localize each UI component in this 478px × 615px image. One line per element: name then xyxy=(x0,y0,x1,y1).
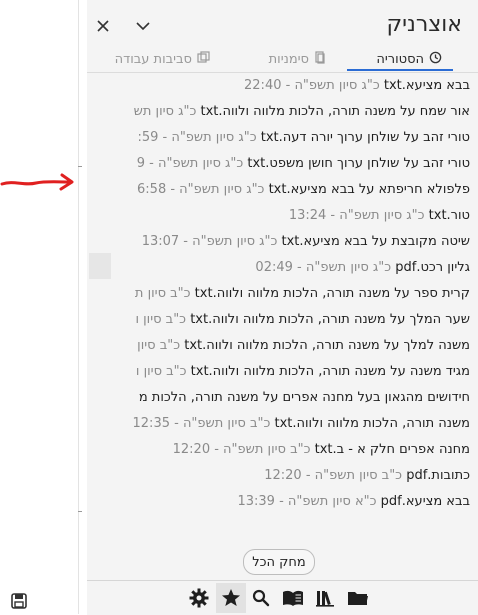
panel-header: אוצרניק xyxy=(87,8,478,44)
history-list: בבא מציעא.txt כ"ג סיון תשפ"ה - 22:40 אור… xyxy=(87,76,478,516)
search-icon[interactable] xyxy=(248,585,274,611)
history-item[interactable]: בבא מציעא.txt כ"ג סיון תשפ"ה - 22:40 xyxy=(100,78,470,100)
active-tab-indicator xyxy=(347,69,453,71)
tab-bar: הסטוריה סימניות סביבות עבודה xyxy=(87,42,478,73)
history-item[interactable]: משנה למלך על משנה תורה, הלכות מלווה ולוו… xyxy=(100,338,470,360)
bookmarks-icon xyxy=(314,50,326,68)
history-item[interactable]: בבא מציעא.pdf כ"א סיון תשפ"ה - 13:39 xyxy=(100,494,470,516)
clear-all-button[interactable]: מחק הכל xyxy=(243,549,315,575)
left-divider xyxy=(78,0,79,614)
divider-tick xyxy=(78,166,82,167)
history-item[interactable]: שיטה מקובצת על בבא מציעא.txt כ"ג סיון תש… xyxy=(100,234,470,256)
divider-tick xyxy=(78,511,82,512)
history-item[interactable]: משנה תורה, הלכות מלווה ולווה.txt כ"ב סיו… xyxy=(100,416,470,438)
tab-bookmarks-label: סימניות xyxy=(268,51,309,67)
chevron-down-icon[interactable] xyxy=(131,14,155,38)
side-panel: אוצרניק הסטוריה סימניות סביבות עבודה בבא… xyxy=(87,0,478,615)
gear-icon[interactable] xyxy=(186,585,212,611)
tab-bookmarks[interactable]: סימניות xyxy=(269,46,326,72)
red-arrow-annotation xyxy=(0,173,74,191)
history-item[interactable]: גליון רכט.pdf כ"ג סיון תשפ"ה - 02:49 xyxy=(100,260,470,282)
history-item[interactable]: שער המלך על משנה תורה, הלכות מלווה ולווה… xyxy=(100,312,470,334)
history-item[interactable]: טורי זהב על שולחן ערוך חושן משפט.txt כ"ג… xyxy=(100,156,470,178)
star-icon[interactable] xyxy=(216,583,246,613)
history-item[interactable]: כתובות.pdf כ"ב סיון תשפ"ה - 12:20 xyxy=(100,468,470,490)
tab-history-label: הסטוריה xyxy=(376,51,424,67)
history-icon xyxy=(429,51,442,68)
history-item[interactable]: מגיד משנה על משנה תורה, הלכות מלווה ולוו… xyxy=(100,364,470,386)
folder-icon[interactable] xyxy=(345,585,371,611)
history-item[interactable]: טורי זהב על שולחן ערוך יורה דעה.txt כ"ג … xyxy=(100,130,470,152)
bottom-toolbar xyxy=(87,580,478,615)
history-item[interactable]: פלפולא חריפתא על בבא מציעא.txt כ"ג סיון … xyxy=(100,182,470,204)
history-item[interactable]: חידושים מהגאון בעל מחנה אפרים על משנה תו… xyxy=(100,390,470,412)
panel-title: אוצרניק xyxy=(386,12,462,37)
history-item[interactable]: קרית ספר על משנה תורה, הלכות מלווה ולווה… xyxy=(100,286,470,308)
history-item[interactable]: אור שמח על משנה תורה, הלכות מלווה ולווה.… xyxy=(100,104,470,126)
close-icon[interactable] xyxy=(91,14,115,38)
workspaces-icon xyxy=(197,50,210,68)
left-workspace xyxy=(0,0,78,614)
library-icon[interactable] xyxy=(312,585,338,611)
tab-workspaces[interactable]: סביבות עבודה xyxy=(115,46,210,72)
save-icon[interactable] xyxy=(6,588,32,614)
tab-workspaces-label: סביבות עבודה xyxy=(114,51,192,67)
book-icon[interactable] xyxy=(280,585,306,611)
history-item[interactable]: מחנה אפרים חלק א - ב.txt כ"ב סיון תשפ"ה … xyxy=(100,442,470,464)
history-item[interactable]: טור.txt כ"ג סיון תשפ"ה - 13:24 xyxy=(100,208,470,230)
